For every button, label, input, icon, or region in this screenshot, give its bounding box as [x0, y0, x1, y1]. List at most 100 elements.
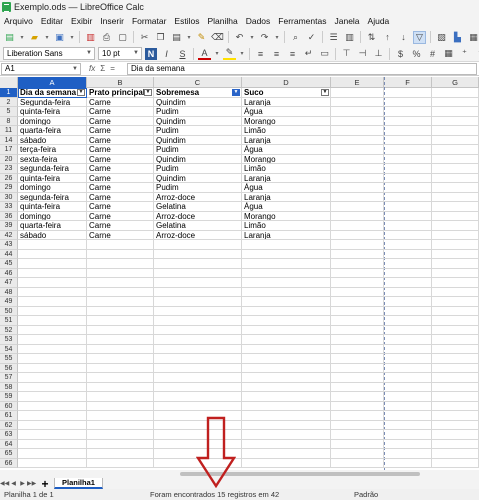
- column-header-e[interactable]: E: [331, 77, 384, 88]
- underline-button[interactable]: S: [176, 47, 189, 60]
- row-header[interactable]: 61: [0, 411, 18, 421]
- table-cell[interactable]: [242, 240, 331, 250]
- table-cell[interactable]: [18, 449, 87, 459]
- table-cell[interactable]: [331, 316, 384, 326]
- table-cell[interactable]: Laranja: [242, 230, 331, 240]
- table-cell[interactable]: [432, 278, 479, 288]
- table-cell[interactable]: [87, 316, 154, 326]
- sum-icon[interactable]: Σ: [100, 64, 105, 73]
- table-cell[interactable]: [18, 392, 87, 402]
- undo-dropdown-icon[interactable]: ▾: [249, 31, 255, 44]
- paste-dropdown-icon[interactable]: ▾: [186, 31, 192, 44]
- row-header[interactable]: 59: [0, 392, 18, 402]
- table-cell[interactable]: [432, 221, 479, 231]
- table-cell[interactable]: Laranja: [242, 135, 331, 145]
- next-sheet-icon[interactable]: ▶: [18, 480, 27, 487]
- table-cell[interactable]: Água: [242, 202, 331, 212]
- table-cell[interactable]: [87, 259, 154, 269]
- table-cell[interactable]: [154, 382, 242, 392]
- table-cell[interactable]: [384, 278, 432, 288]
- column-header-f[interactable]: F: [384, 77, 432, 88]
- row-header[interactable]: 20: [0, 154, 18, 164]
- function-wizard-icon[interactable]: fx: [89, 64, 95, 73]
- table-cell[interactable]: [432, 354, 479, 364]
- table-cell[interactable]: [432, 420, 479, 430]
- table-cell[interactable]: [87, 458, 154, 468]
- row-header[interactable]: 26: [0, 173, 18, 183]
- menu-inserir[interactable]: Inserir: [96, 16, 128, 26]
- table-cell[interactable]: [432, 126, 479, 136]
- table-cell[interactable]: domingo: [18, 116, 87, 126]
- row-header[interactable]: 8: [0, 116, 18, 126]
- row-header[interactable]: 29: [0, 183, 18, 193]
- menu-ajuda[interactable]: Ajuda: [364, 16, 394, 26]
- align-bottom-icon[interactable]: ⊥: [372, 47, 385, 60]
- table-cell[interactable]: Carne: [87, 230, 154, 240]
- table-cell[interactable]: [432, 259, 479, 269]
- align-right-icon[interactable]: ≡: [286, 47, 299, 60]
- autofilter-dropdown-icon[interactable]: ▼: [232, 89, 240, 96]
- row-header[interactable]: 53: [0, 335, 18, 345]
- table-cell[interactable]: Arroz-doce: [154, 211, 242, 221]
- menu-formatar[interactable]: Formatar: [128, 16, 170, 26]
- table-cell[interactable]: [154, 306, 242, 316]
- table-cell[interactable]: [432, 268, 479, 278]
- table-cell[interactable]: [384, 154, 432, 164]
- italic-button[interactable]: I: [160, 47, 173, 60]
- row-header[interactable]: 50: [0, 306, 18, 316]
- table-cell[interactable]: [432, 240, 479, 250]
- table-cell[interactable]: [432, 449, 479, 459]
- table-cell[interactable]: [432, 335, 479, 345]
- table-cell[interactable]: quarta-feira: [18, 126, 87, 136]
- header-cell[interactable]: Dia da semana ▼: [18, 88, 87, 98]
- table-cell[interactable]: [384, 325, 432, 335]
- table-cell[interactable]: Carne: [87, 126, 154, 136]
- first-sheet-icon[interactable]: ◀◀: [0, 480, 9, 487]
- table-cell[interactable]: [18, 325, 87, 335]
- table-cell[interactable]: [384, 183, 432, 193]
- table-cell[interactable]: [18, 259, 87, 269]
- table-cell[interactable]: [331, 97, 384, 107]
- table-cell[interactable]: [331, 344, 384, 354]
- add-sheet-button[interactable]: +: [39, 478, 51, 490]
- table-cell[interactable]: [384, 145, 432, 155]
- table-cell[interactable]: [432, 230, 479, 240]
- row-header[interactable]: 30: [0, 192, 18, 202]
- table-cell[interactable]: [331, 449, 384, 459]
- table-cell[interactable]: [432, 297, 479, 307]
- row-header[interactable]: 49: [0, 297, 18, 307]
- table-cell[interactable]: Morango: [242, 116, 331, 126]
- table-cell[interactable]: Pudim: [154, 164, 242, 174]
- date-format-icon[interactable]: ▦: [442, 47, 455, 60]
- table-cell[interactable]: [87, 306, 154, 316]
- clear-formatting-icon[interactable]: ⌫: [211, 31, 224, 44]
- table-cell[interactable]: [242, 316, 331, 326]
- table-cell[interactable]: Carne: [87, 221, 154, 231]
- table-cell[interactable]: [384, 97, 432, 107]
- merge-cells-icon[interactable]: ▭: [318, 47, 331, 60]
- column-header-c[interactable]: C: [154, 77, 242, 88]
- row-header[interactable]: 1: [0, 88, 18, 98]
- table-cell[interactable]: [432, 392, 479, 402]
- autofilter-icon[interactable]: ▽: [413, 30, 426, 44]
- autofilter-dropdown-icon[interactable]: ▼: [77, 89, 85, 96]
- table-cell[interactable]: [432, 97, 479, 107]
- table-cell[interactable]: [87, 449, 154, 459]
- table-cell[interactable]: [384, 363, 432, 373]
- table-cell[interactable]: [87, 439, 154, 449]
- table-cell[interactable]: [18, 268, 87, 278]
- table-cell[interactable]: [432, 154, 479, 164]
- table-cell[interactable]: [432, 363, 479, 373]
- table-cell[interactable]: [154, 249, 242, 259]
- table-cell[interactable]: [331, 202, 384, 212]
- table-cell[interactable]: [331, 439, 384, 449]
- table-cell[interactable]: [18, 401, 87, 411]
- table-cell[interactable]: [87, 373, 154, 383]
- menu-arquivo[interactable]: Arquivo: [0, 16, 37, 26]
- table-cell[interactable]: [384, 306, 432, 316]
- table-cell[interactable]: Limão: [242, 164, 331, 174]
- table-cell[interactable]: [18, 249, 87, 259]
- table-cell[interactable]: [154, 392, 242, 402]
- table-cell[interactable]: [242, 268, 331, 278]
- table-cell[interactable]: [331, 192, 384, 202]
